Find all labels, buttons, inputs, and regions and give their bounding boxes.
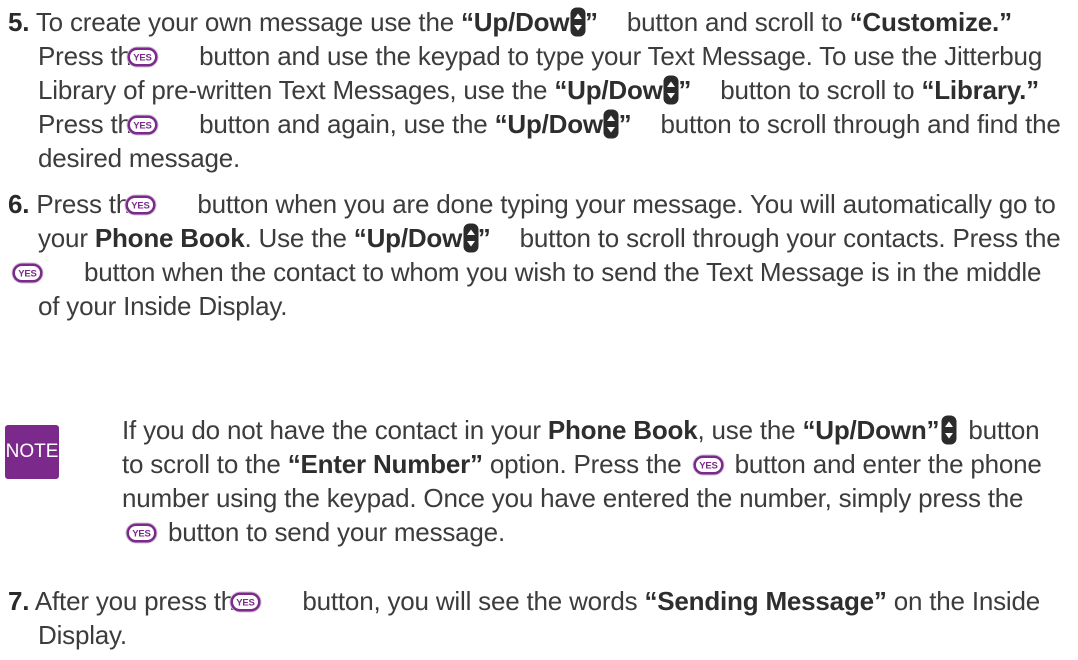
step-7-body: After you press the YES button, you will… xyxy=(29,586,1040,650)
yes-button-icon: YES xyxy=(229,591,292,613)
step-7-paragraph: 7. After you press the YES button, you w… xyxy=(0,584,1068,652)
up-down-button-icon xyxy=(603,109,649,139)
step-6: 6. Press the YES button when you are don… xyxy=(0,187,1068,323)
svg-text:YES: YES xyxy=(132,529,150,540)
bold-term: “Enter Number” xyxy=(287,449,483,479)
step-6-body: Press the YES button when you are done t… xyxy=(11,189,1061,321)
svg-text:YES: YES xyxy=(133,121,151,132)
step-number: 5. xyxy=(8,7,30,37)
step-number: 7. xyxy=(8,586,30,616)
note-badge: NOTE xyxy=(5,425,59,479)
text-run: button to send your message. xyxy=(161,517,505,547)
text-run: button when the contact to whom you wish… xyxy=(38,257,1042,321)
yes-button-icon: YES xyxy=(126,114,189,136)
text-run: button and scroll to xyxy=(619,7,850,37)
text-run: button to scroll through your contacts. … xyxy=(512,223,1061,253)
text-run: button, you will see the words xyxy=(295,586,645,616)
yes-button-icon: YES xyxy=(124,194,187,216)
note-paragraph: If you do not have the contact in your P… xyxy=(122,413,1067,549)
text-run: If you do not have the contact in your xyxy=(122,415,548,445)
bold-term: “Up/Down” xyxy=(802,415,940,445)
text-run: To create your own message use the xyxy=(35,7,461,37)
text-run: , use the xyxy=(697,415,803,445)
step-5-paragraph: 5. To create your own message use the “U… xyxy=(0,5,1068,175)
up-down-button-icon xyxy=(463,223,509,253)
step-5-body: To create your own message use the “Up/D… xyxy=(36,7,1061,173)
svg-text:YES: YES xyxy=(133,53,151,64)
text-run: option. Press the xyxy=(482,449,689,479)
up-down-button-icon xyxy=(570,7,616,37)
note-callout: If you do not have the contact in your P… xyxy=(122,413,1067,549)
yes-button-icon: YES xyxy=(692,454,725,476)
yes-button-icon: YES xyxy=(126,46,189,68)
up-down-button-icon xyxy=(941,415,957,445)
svg-text:YES: YES xyxy=(237,598,255,609)
bold-term: “Sending Message” xyxy=(644,586,887,616)
svg-text:YES: YES xyxy=(18,269,36,280)
svg-text:YES: YES xyxy=(132,201,150,212)
step-6-paragraph: 6. Press the YES button when you are don… xyxy=(0,187,1068,323)
text-run: . Use the xyxy=(244,223,354,253)
bold-term: “Customize.” xyxy=(849,7,1012,37)
yes-button-icon: YES xyxy=(125,522,158,544)
bold-term: “Library.” xyxy=(921,75,1039,105)
bold-term: Phone Book xyxy=(547,415,698,445)
step-7: 7. After you press the YES button, you w… xyxy=(0,584,1068,652)
text-run: button to scroll to xyxy=(713,75,922,105)
svg-text:YES: YES xyxy=(699,461,717,472)
step-5: 5. To create your own message use the “U… xyxy=(0,5,1068,175)
bold-term: Phone Book xyxy=(94,223,245,253)
up-down-button-icon xyxy=(663,75,709,105)
text-run: After you press the xyxy=(29,586,257,616)
step-number: 6. xyxy=(8,189,30,219)
text-run: button and again, use the xyxy=(192,109,495,139)
yes-button-icon: YES xyxy=(11,262,74,284)
